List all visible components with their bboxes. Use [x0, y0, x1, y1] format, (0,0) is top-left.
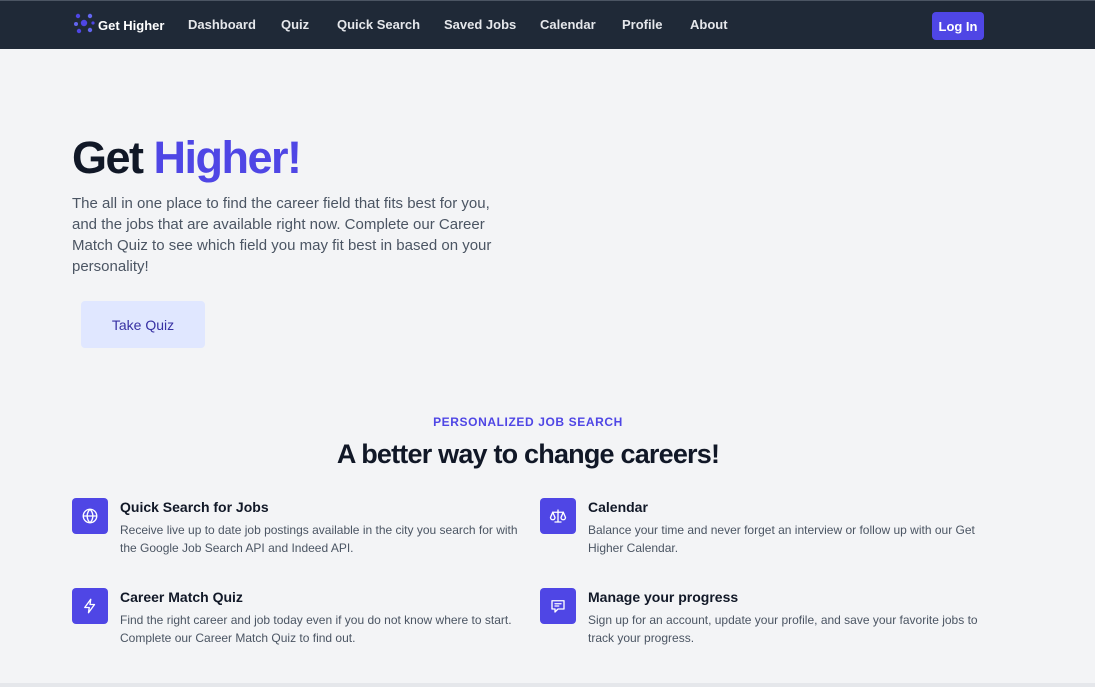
feature-description: Receive live up to date job postings ava…: [120, 523, 518, 555]
brand-name: Get Higher: [98, 17, 165, 33]
feature-description: Balance your time and never forget an in…: [588, 523, 975, 555]
lightning-bolt-icon: [72, 588, 108, 624]
nav-link-calendar[interactable]: Calendar: [540, 17, 596, 32]
feature-description: Find the right career and job today even…: [120, 613, 512, 645]
nav-link-quick-search[interactable]: Quick Search: [337, 17, 420, 32]
globe-icon: [72, 498, 108, 534]
login-button[interactable]: Log In: [932, 12, 984, 40]
hero-title-plain: Get: [72, 132, 144, 183]
feature-title: Calendar: [588, 499, 648, 515]
hero-description: The all in one place to find the career …: [72, 195, 492, 275]
brand-logo-link[interactable]: Get Higher: [72, 13, 164, 37]
chat-alt-icon: [540, 588, 576, 624]
scale-icon: [540, 498, 576, 534]
hero-title: Get Higher!: [72, 130, 303, 186]
section-eyebrow: PERSONALIZED JOB SEARCH: [433, 415, 623, 429]
nav-link-saved-jobs[interactable]: Saved Jobs: [444, 17, 516, 32]
feature-title: Manage your progress: [588, 589, 739, 605]
nav-link-dashboard[interactable]: Dashboard: [188, 17, 256, 32]
nav-link-quiz[interactable]: Quiz: [281, 17, 309, 32]
top-navbar: Get Higher Dashboard Quiz Quick Search S…: [0, 0, 1095, 49]
hero-title-accent: Higher!: [153, 132, 303, 183]
nav-link-about[interactable]: About: [690, 17, 728, 32]
feature-description: Sign up for an account, update your prof…: [588, 613, 978, 645]
brand-logo-icon: [72, 11, 96, 40]
feature-title: Career Match Quiz: [120, 589, 243, 605]
feature-title: Quick Search for Jobs: [120, 499, 269, 515]
take-quiz-button[interactable]: Take Quiz: [81, 301, 205, 348]
section-title: A better way to change careers!: [336, 439, 720, 469]
bottom-divider: [0, 683, 1095, 687]
nav-link-profile[interactable]: Profile: [622, 17, 662, 32]
